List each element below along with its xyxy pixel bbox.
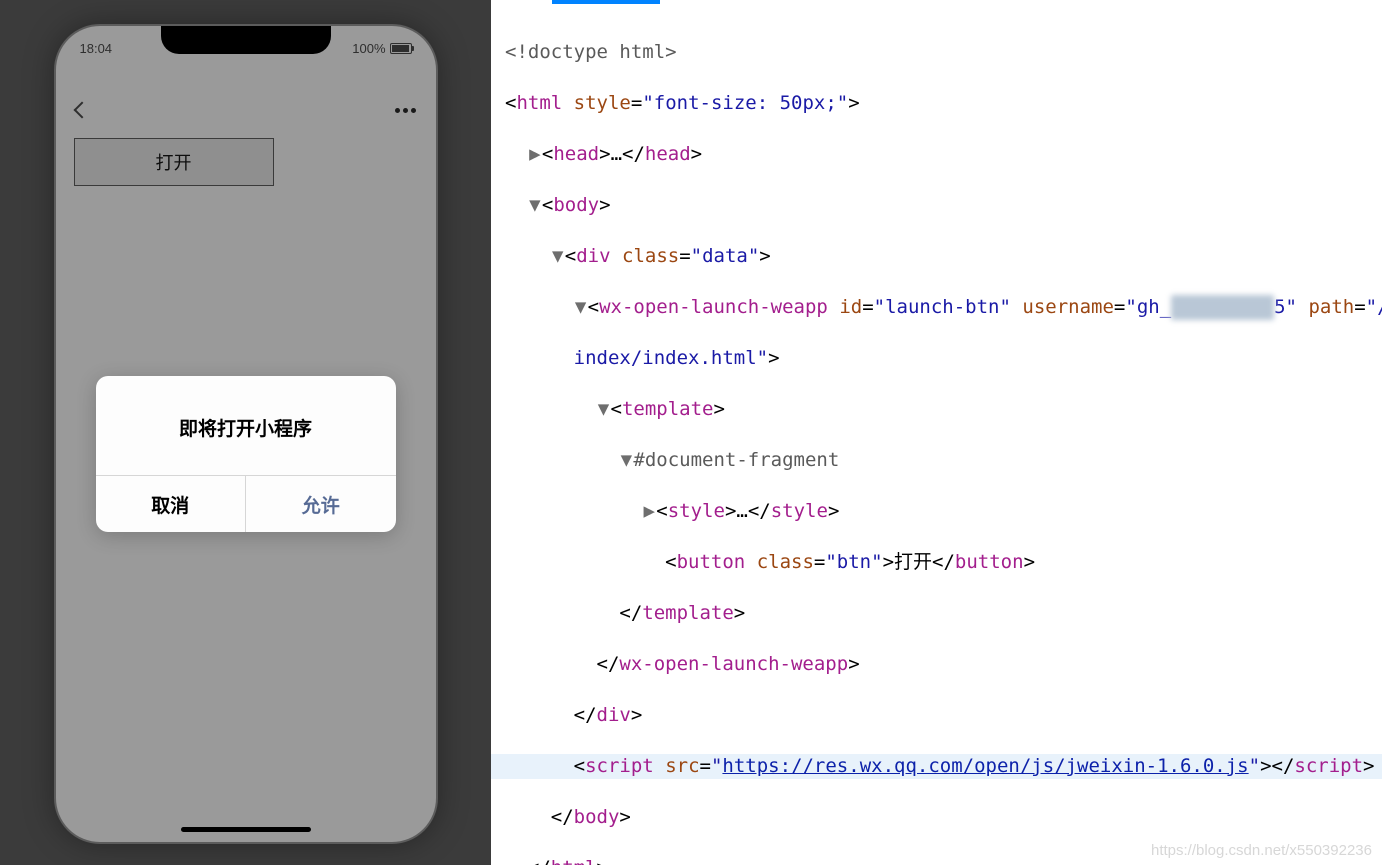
expand-icon[interactable]: ▶ bbox=[642, 499, 656, 525]
battery-icon bbox=[390, 43, 412, 54]
dialog-allow-button[interactable]: 允许 bbox=[246, 476, 396, 532]
dialog-cancel-button[interactable]: 取消 bbox=[96, 476, 247, 532]
collapse-icon[interactable]: ▼ bbox=[551, 244, 565, 270]
phone-frame: 18:04 100% 打开 即将打开小程序 取消 允许 bbox=[54, 24, 438, 844]
collapse-icon[interactable]: ▼ bbox=[528, 193, 542, 219]
nav-bar bbox=[56, 88, 436, 132]
expand-icon[interactable]: ▶ bbox=[528, 142, 542, 168]
status-time: 18:04 bbox=[80, 41, 113, 56]
selected-element[interactable]: <script src="https://res.wx.qq.com/open/… bbox=[491, 754, 1382, 780]
home-indicator bbox=[181, 827, 311, 832]
tab-underline bbox=[552, 0, 660, 4]
more-icon[interactable] bbox=[395, 108, 416, 113]
elements-tree[interactable]: <!doctype html> <html style="font-size: … bbox=[491, 0, 1382, 865]
dialog-actions: 取消 允许 bbox=[96, 475, 396, 532]
dialog-title: 即将打开小程序 bbox=[96, 376, 396, 475]
devtools-panel: <!doctype html> <html style="font-size: … bbox=[491, 0, 1382, 865]
redacted-username: xxxxxxxxx bbox=[1171, 295, 1274, 321]
back-icon[interactable] bbox=[73, 102, 90, 119]
status-battery-pct: 100% bbox=[352, 41, 385, 56]
confirm-dialog: 即将打开小程序 取消 允许 bbox=[96, 376, 396, 532]
collapse-icon[interactable]: ▼ bbox=[619, 448, 633, 474]
collapse-icon[interactable]: ▼ bbox=[574, 295, 588, 321]
watermark: https://blog.csdn.net/x550392236 bbox=[1151, 842, 1372, 859]
open-button[interactable]: 打开 bbox=[74, 138, 274, 186]
phone-notch bbox=[161, 26, 331, 54]
simulator-panel: 18:04 100% 打开 即将打开小程序 取消 允许 bbox=[0, 0, 491, 865]
collapse-icon[interactable]: ▼ bbox=[597, 397, 611, 423]
